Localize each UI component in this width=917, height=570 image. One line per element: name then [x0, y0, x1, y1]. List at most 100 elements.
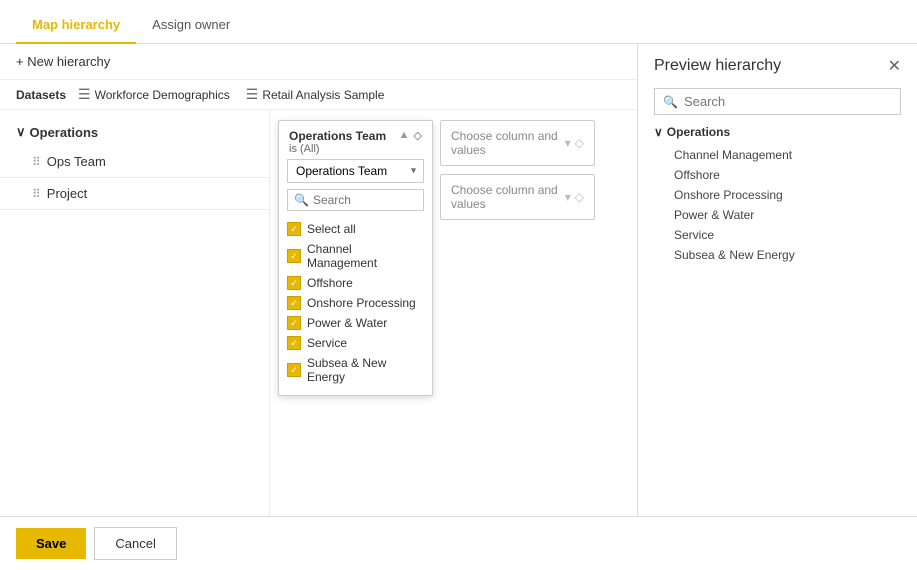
- choose-card-1[interactable]: Choose column and values ▾ ◇: [440, 120, 595, 166]
- check-icon: [290, 338, 298, 349]
- checkbox-channel[interactable]: [287, 249, 301, 263]
- hierarchy-item-name: Project: [47, 186, 253, 201]
- chevron-down-icon: ∨: [654, 125, 663, 139]
- filter-item-service[interactable]: Service: [287, 333, 424, 353]
- preview-item-offshore[interactable]: Offshore: [674, 165, 901, 185]
- filter-item-label: Channel Management: [307, 242, 424, 270]
- collapse-icon[interactable]: ▲: [399, 129, 410, 142]
- datasets-label: Datasets: [16, 88, 66, 102]
- filter-card-subtitle: is (All): [289, 143, 386, 155]
- save-button[interactable]: Save: [16, 528, 86, 559]
- preview-items: Channel Management Offshore Onshore Proc…: [654, 145, 901, 265]
- check-icon: [290, 278, 298, 289]
- filter-card-title: Operations Team: [289, 129, 386, 143]
- filter-item-channel[interactable]: Channel Management: [287, 239, 424, 273]
- checkbox-offshore[interactable]: [287, 276, 301, 290]
- filter-item-label: Subsea & New Energy: [307, 356, 424, 384]
- left-toolbar: + New hierarchy: [0, 44, 637, 80]
- filter-select-dropdown[interactable]: Operations Team: [287, 159, 424, 183]
- checkbox-subsea[interactable]: [287, 363, 301, 377]
- dataset-item-workforce: ☰ Workforce Demographics: [78, 86, 230, 103]
- preview-item-onshore[interactable]: Onshore Processing: [674, 185, 901, 205]
- dropdown-icon[interactable]: ▾: [565, 136, 571, 150]
- pin-icon[interactable]: ◇: [575, 136, 584, 150]
- filter-items-list: Select all Channel Management Offshore: [279, 215, 432, 395]
- dataset-name-workforce: Workforce Demographics: [95, 88, 230, 102]
- preview-tree: ∨ Operations Channel Management Offshore…: [654, 125, 901, 265]
- chevron-down-icon: ∨: [16, 124, 26, 140]
- choose-card-1-label: Choose column and values: [451, 129, 565, 157]
- filter-card-header: Operations Team is (All) ▲ ◇: [279, 121, 432, 159]
- filter-item-select-all[interactable]: Select all: [287, 219, 424, 239]
- tab-assign-owner[interactable]: Assign owner: [136, 7, 246, 44]
- filter-panel: Operations Team is (All) ▲ ◇ Operations …: [270, 110, 637, 516]
- checkbox-select-all[interactable]: [287, 222, 301, 236]
- hierarchy-content: ∨ Operations ⠿ Ops Team ⠿ Project: [0, 110, 637, 516]
- main-layout: + New hierarchy Datasets ☰ Workforce Dem…: [0, 44, 917, 516]
- hierarchy-section-operations[interactable]: ∨ Operations: [0, 118, 269, 146]
- filter-item-subsea[interactable]: Subsea & New Energy: [287, 353, 424, 387]
- filter-item-label: Power & Water: [307, 316, 387, 330]
- dataset-icon-workforce: ☰: [78, 86, 91, 103]
- filter-search-input[interactable]: [313, 193, 417, 207]
- filter-item-offshore[interactable]: Offshore: [287, 273, 424, 293]
- preview-section-operations[interactable]: ∨ Operations: [654, 125, 901, 139]
- choose-card-2-label: Choose column and values: [451, 183, 565, 211]
- hierarchy-item-project[interactable]: ⠿ Project: [0, 178, 269, 210]
- check-icon: [290, 298, 298, 309]
- preview-search-box: 🔍: [654, 88, 901, 115]
- check-icon: [290, 251, 298, 262]
- drag-handle-icon: ⠿: [32, 155, 41, 169]
- pin-icon[interactable]: ◇: [414, 129, 422, 142]
- choose-cards-container: Choose column and values ▾ ◇ Choose colu…: [440, 120, 595, 220]
- choose-card-1-actions: ▾ ◇: [565, 136, 584, 150]
- filter-item-onshore[interactable]: Onshore Processing: [287, 293, 424, 313]
- datasets-row: Datasets ☰ Workforce Demographics ☰ Reta…: [0, 80, 637, 110]
- checkbox-onshore[interactable]: [287, 296, 301, 310]
- preview-item-power[interactable]: Power & Water: [674, 205, 901, 225]
- filter-card-select: Operations Team ▾: [287, 159, 424, 183]
- drag-handle-icon: ⠿: [32, 187, 41, 201]
- new-hierarchy-button[interactable]: + New hierarchy: [16, 54, 110, 69]
- hierarchy-item-name: Ops Team: [47, 154, 253, 169]
- dropdown-icon[interactable]: ▾: [565, 190, 571, 204]
- filter-search-box: 🔍: [287, 189, 424, 211]
- check-icon: [290, 365, 298, 376]
- footer: Save Cancel: [0, 516, 917, 570]
- filter-item-label: Onshore Processing: [307, 296, 416, 310]
- cancel-button[interactable]: Cancel: [94, 527, 176, 560]
- pin-icon[interactable]: ◇: [575, 190, 584, 204]
- right-panel: Preview hierarchy ✕ 🔍 ∨ Operations Chann…: [638, 44, 917, 516]
- preview-search-input[interactable]: [684, 94, 892, 109]
- preview-section-label: Operations: [667, 125, 730, 139]
- preview-title: Preview hierarchy: [654, 57, 781, 75]
- tab-map-hierarchy[interactable]: Map hierarchy: [16, 7, 136, 44]
- dataset-name-retail: Retail Analysis Sample: [262, 88, 384, 102]
- filter-item-label: Service: [307, 336, 347, 350]
- check-icon: [290, 318, 298, 329]
- dataset-icon-retail: ☰: [246, 86, 259, 103]
- preview-item-service[interactable]: Service: [674, 225, 901, 245]
- hierarchy-item-ops-team[interactable]: ⠿ Ops Team: [0, 146, 269, 178]
- choose-card-2[interactable]: Choose column and values ▾ ◇: [440, 174, 595, 220]
- search-icon: 🔍: [663, 95, 678, 109]
- left-panel: + New hierarchy Datasets ☰ Workforce Dem…: [0, 44, 638, 516]
- hierarchy-list: ∨ Operations ⠿ Ops Team ⠿ Project: [0, 110, 270, 516]
- preview-item-subsea[interactable]: Subsea & New Energy: [674, 245, 901, 265]
- filter-card: Operations Team is (All) ▲ ◇ Operations …: [278, 120, 433, 396]
- filter-card-actions: ▲ ◇: [399, 129, 422, 142]
- tab-bar: Map hierarchy Assign owner: [0, 0, 917, 44]
- checkbox-service[interactable]: [287, 336, 301, 350]
- hierarchy-section-label: Operations: [30, 125, 99, 140]
- close-button[interactable]: ✕: [888, 56, 901, 76]
- check-icon: [290, 224, 298, 235]
- search-icon: 🔍: [294, 193, 309, 207]
- filter-item-label: Select all: [307, 222, 356, 236]
- filter-item-label: Offshore: [307, 276, 353, 290]
- filter-item-power[interactable]: Power & Water: [287, 313, 424, 333]
- dataset-item-retail: ☰ Retail Analysis Sample: [246, 86, 385, 103]
- choose-card-2-actions: ▾ ◇: [565, 190, 584, 204]
- preview-item-channel[interactable]: Channel Management: [674, 145, 901, 165]
- right-panel-header: Preview hierarchy ✕: [654, 56, 901, 76]
- checkbox-power[interactable]: [287, 316, 301, 330]
